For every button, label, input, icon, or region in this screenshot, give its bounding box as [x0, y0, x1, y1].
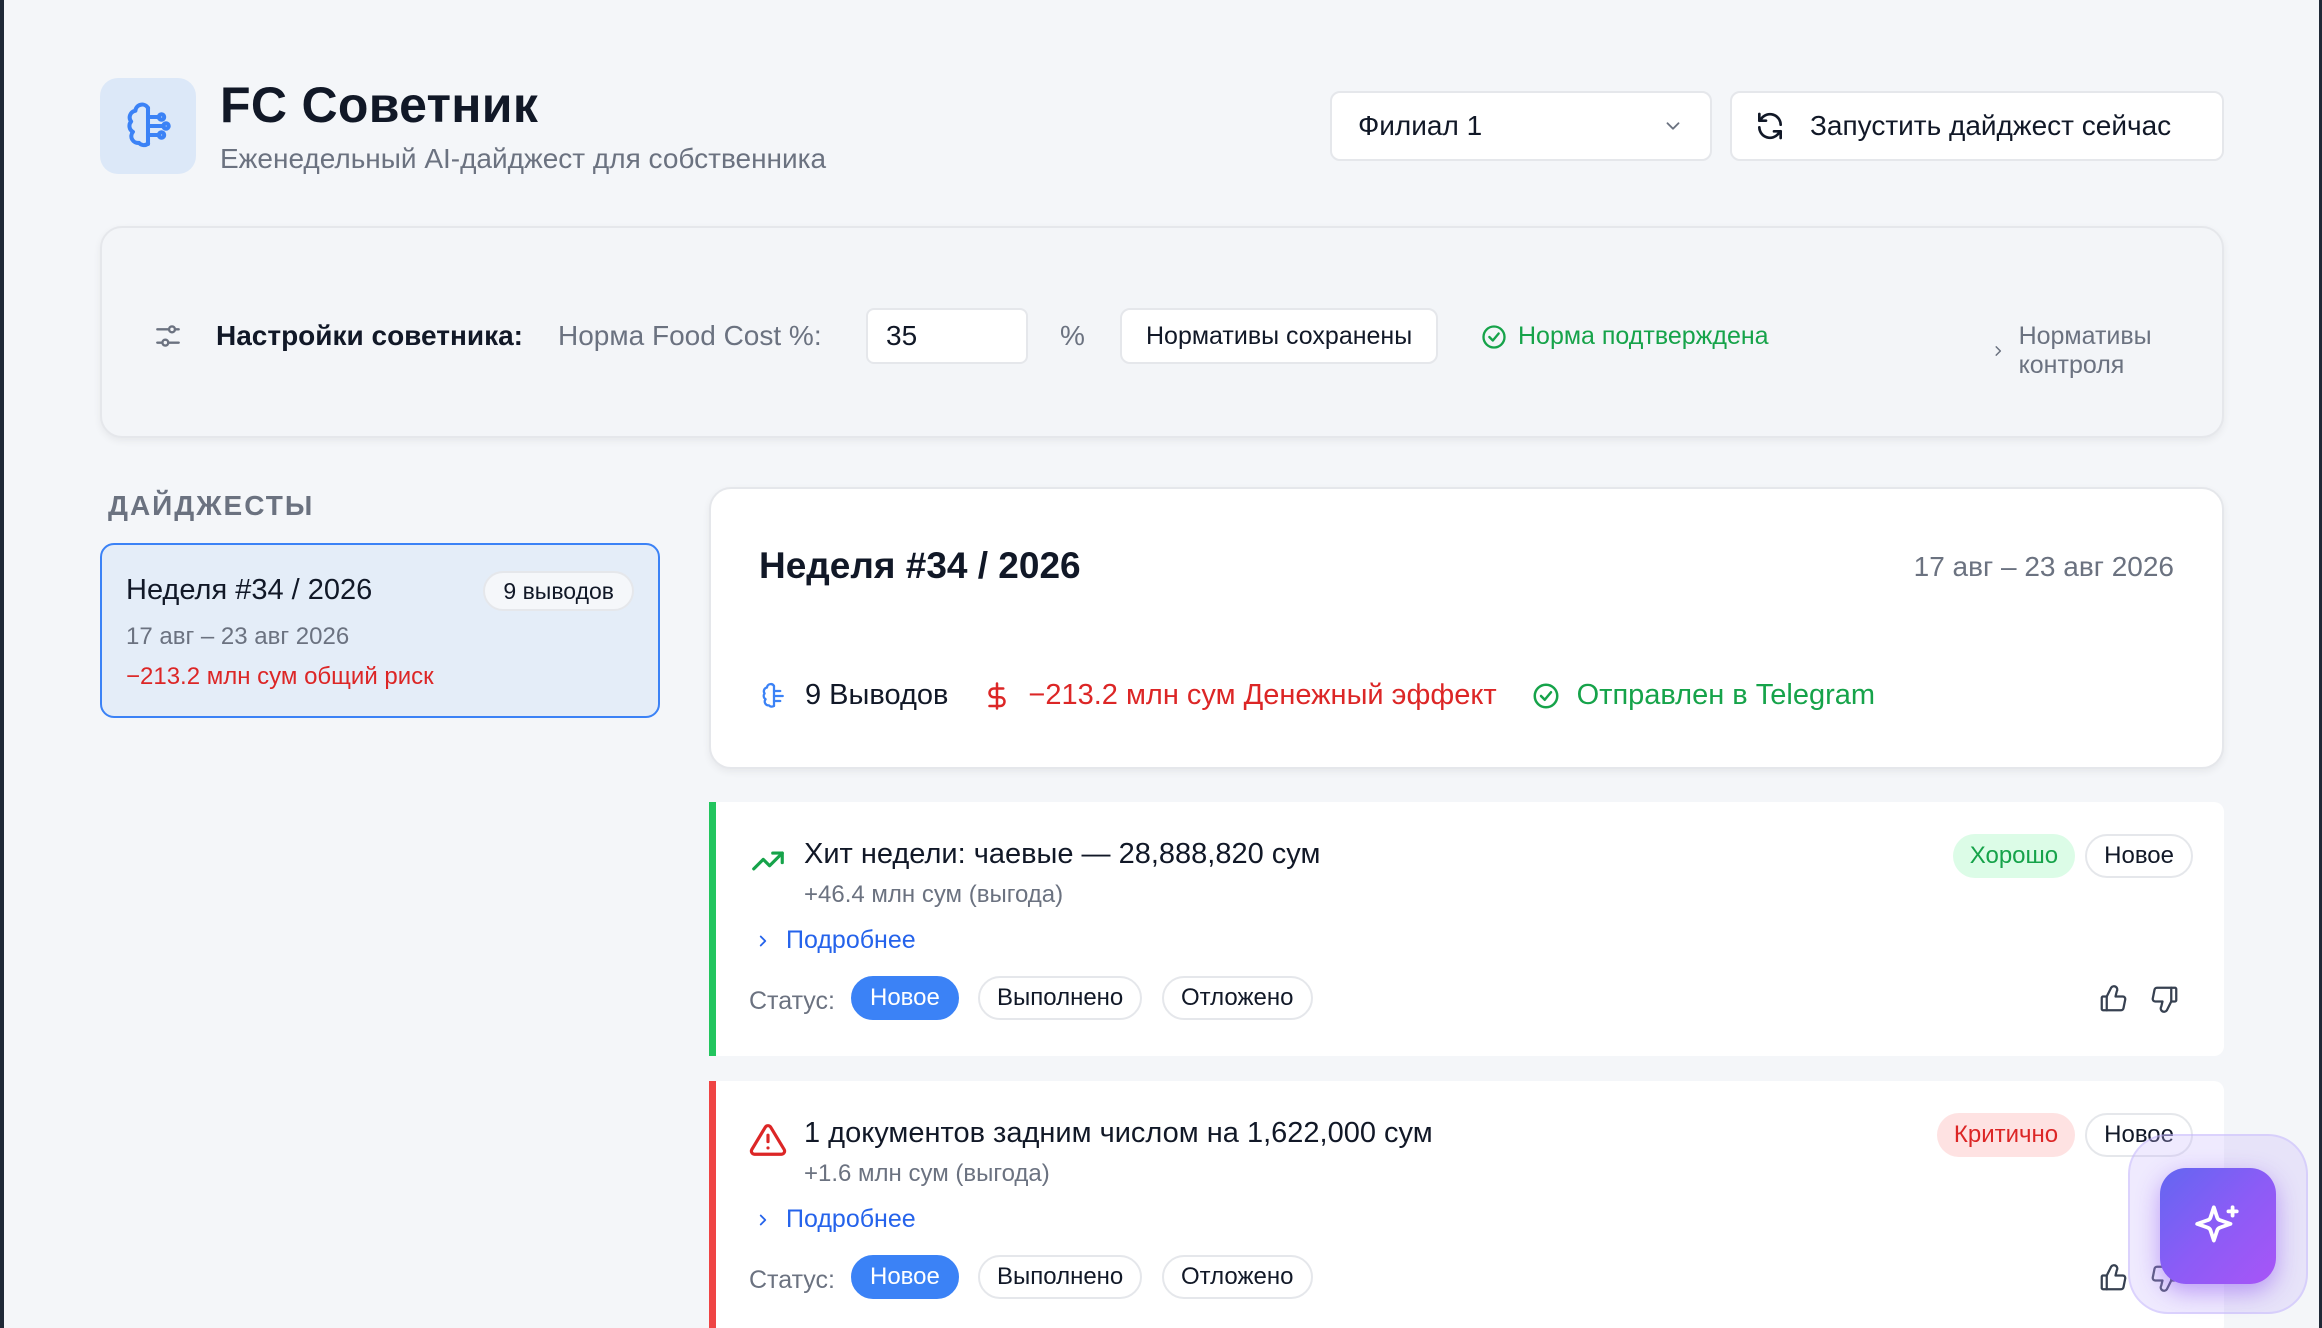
- chevron-down-icon: [1662, 115, 1684, 137]
- window-left-edge: [0, 0, 4, 1328]
- status-label: Статус:: [749, 1266, 835, 1294]
- conclusions-stat: 9 Выводов: [759, 679, 948, 712]
- app-window: FC Советник Еженедельный AI-дайджест для…: [0, 0, 2322, 1328]
- warning-triangle-icon: [749, 1121, 787, 1164]
- norm-confirmed-status: Норма подтверждена: [1480, 322, 1769, 351]
- check-circle-icon: [1533, 683, 1559, 708]
- chevron-right-icon: [759, 1214, 767, 1225]
- digest-item-dates: 17 авг – 23 авг 2026: [126, 623, 350, 650]
- status-option-done[interactable]: Выполнено: [978, 1255, 1143, 1299]
- app-title: FC Советник: [220, 77, 539, 133]
- telegram-stat: Отправлен в Telegram: [1531, 679, 1875, 712]
- percent-sign: %: [1060, 320, 1085, 351]
- money-effect-stat: −213.2 млн сум Денежный эффект: [982, 679, 1497, 712]
- trending-up-icon: [749, 842, 787, 885]
- app-logo: [100, 78, 196, 174]
- digest-item-count-badge: 9 выводов: [483, 571, 634, 611]
- money-effect-label: −213.2 млн сум Денежный эффект: [1028, 679, 1497, 711]
- status-option-done[interactable]: Выполнено: [978, 976, 1143, 1020]
- app-subtitle: Еженедельный AI-дайджест для собственник…: [220, 143, 827, 174]
- severity-badge: Хорошо: [1952, 834, 2076, 878]
- status-option-postponed[interactable]: Отложено: [1162, 1255, 1313, 1299]
- thumbs-up-icon[interactable]: [2098, 1263, 2128, 1298]
- chevron-right-icon: [759, 935, 767, 946]
- insight-title: 1 документов задним числом на 1,622,000 …: [804, 1117, 1433, 1149]
- norm-confirmed-label: Норма подтверждена: [1518, 322, 1769, 350]
- advisor-settings-panel: Настройки советника: Норма Food Cost %: …: [100, 226, 2224, 438]
- digest-list-item[interactable]: Неделя #34 / 2026 9 выводов 17 авг – 23 …: [100, 543, 660, 718]
- status-label: Статус:: [749, 987, 835, 1015]
- status-option-new[interactable]: Новое: [851, 976, 959, 1020]
- control-norms-link[interactable]: Нормативы контроля: [1990, 322, 2222, 380]
- week-title: Неделя #34 / 2026: [759, 545, 1081, 586]
- sparkles-icon: [2195, 1205, 2239, 1243]
- ai-assistant-button[interactable]: [2160, 1168, 2276, 1284]
- insight-card: Хит недели: чаевые — 28,888,820 сум +46.…: [709, 802, 2224, 1056]
- norms-saved-button[interactable]: Нормативы сохранены: [1120, 308, 1439, 364]
- food-cost-label: Норма Food Cost %:: [558, 320, 822, 351]
- branch-select-value: Филиал 1: [1358, 110, 1483, 141]
- status-option-postponed[interactable]: Отложено: [1162, 976, 1313, 1020]
- insight-more-link[interactable]: Подробнее: [754, 926, 916, 955]
- branch-select[interactable]: Филиал 1: [1330, 91, 1712, 161]
- state-badge: Новое: [2085, 834, 2193, 878]
- severity-badge: Критично: [1936, 1113, 2076, 1157]
- control-norms-label: Нормативы контроля: [2018, 322, 2152, 379]
- refresh-icon: [1754, 110, 1786, 142]
- insight-subtitle: +46.4 млн сум (выгода): [804, 881, 1064, 908]
- severity-bar: [709, 1081, 716, 1328]
- insight-tags: Хорошо Новое: [1952, 834, 2193, 878]
- chevron-right-icon: [1995, 346, 2002, 356]
- run-digest-label: Запустить дайджест сейчас: [1810, 110, 2172, 141]
- settings-label: Настройки советника:: [216, 320, 523, 351]
- insight-more-label: Подробнее: [786, 1205, 916, 1233]
- conclusions-label: 9 Выводов: [805, 679, 949, 711]
- severity-bar: [709, 802, 716, 1056]
- insight-card: 1 документов задним числом на 1,622,000 …: [709, 1081, 2224, 1328]
- week-summary-card: Неделя #34 / 2026 17 авг – 23 авг 2026 9…: [709, 487, 2224, 769]
- digest-item-title: Неделя #34 / 2026: [126, 574, 373, 606]
- run-digest-button[interactable]: Запустить дайджест сейчас: [1730, 91, 2224, 161]
- food-cost-input[interactable]: [866, 308, 1028, 364]
- dollar-icon: [988, 681, 1007, 710]
- insight-more-link[interactable]: Подробнее: [754, 1205, 916, 1234]
- status-option-new[interactable]: Новое: [851, 1255, 959, 1299]
- week-dates: 17 авг – 23 авг 2026: [1913, 551, 2174, 582]
- week-stats: 9 Выводов −213.2 млн сум Денежный эффект…: [759, 679, 1909, 712]
- check-circle-icon: [1482, 324, 1506, 349]
- thumbs-down-icon[interactable]: [2150, 984, 2180, 1019]
- insight-more-label: Подробнее: [786, 926, 916, 954]
- brain-icon: [127, 102, 171, 148]
- digest-item-risk: −213.2 млн сум общий риск: [126, 663, 434, 690]
- settings-sliders-icon: [152, 320, 184, 357]
- thumbs-up-icon[interactable]: [2098, 984, 2128, 1019]
- insight-subtitle: +1.6 млн сум (выгода): [804, 1160, 1050, 1187]
- digests-heading: ДАЙДЖЕСТЫ: [108, 490, 315, 521]
- insight-title: Хит недели: чаевые — 28,888,820 сум: [804, 838, 1321, 870]
- telegram-status-label: Отправлен в Telegram: [1576, 679, 1876, 711]
- brain-icon: [762, 682, 784, 708]
